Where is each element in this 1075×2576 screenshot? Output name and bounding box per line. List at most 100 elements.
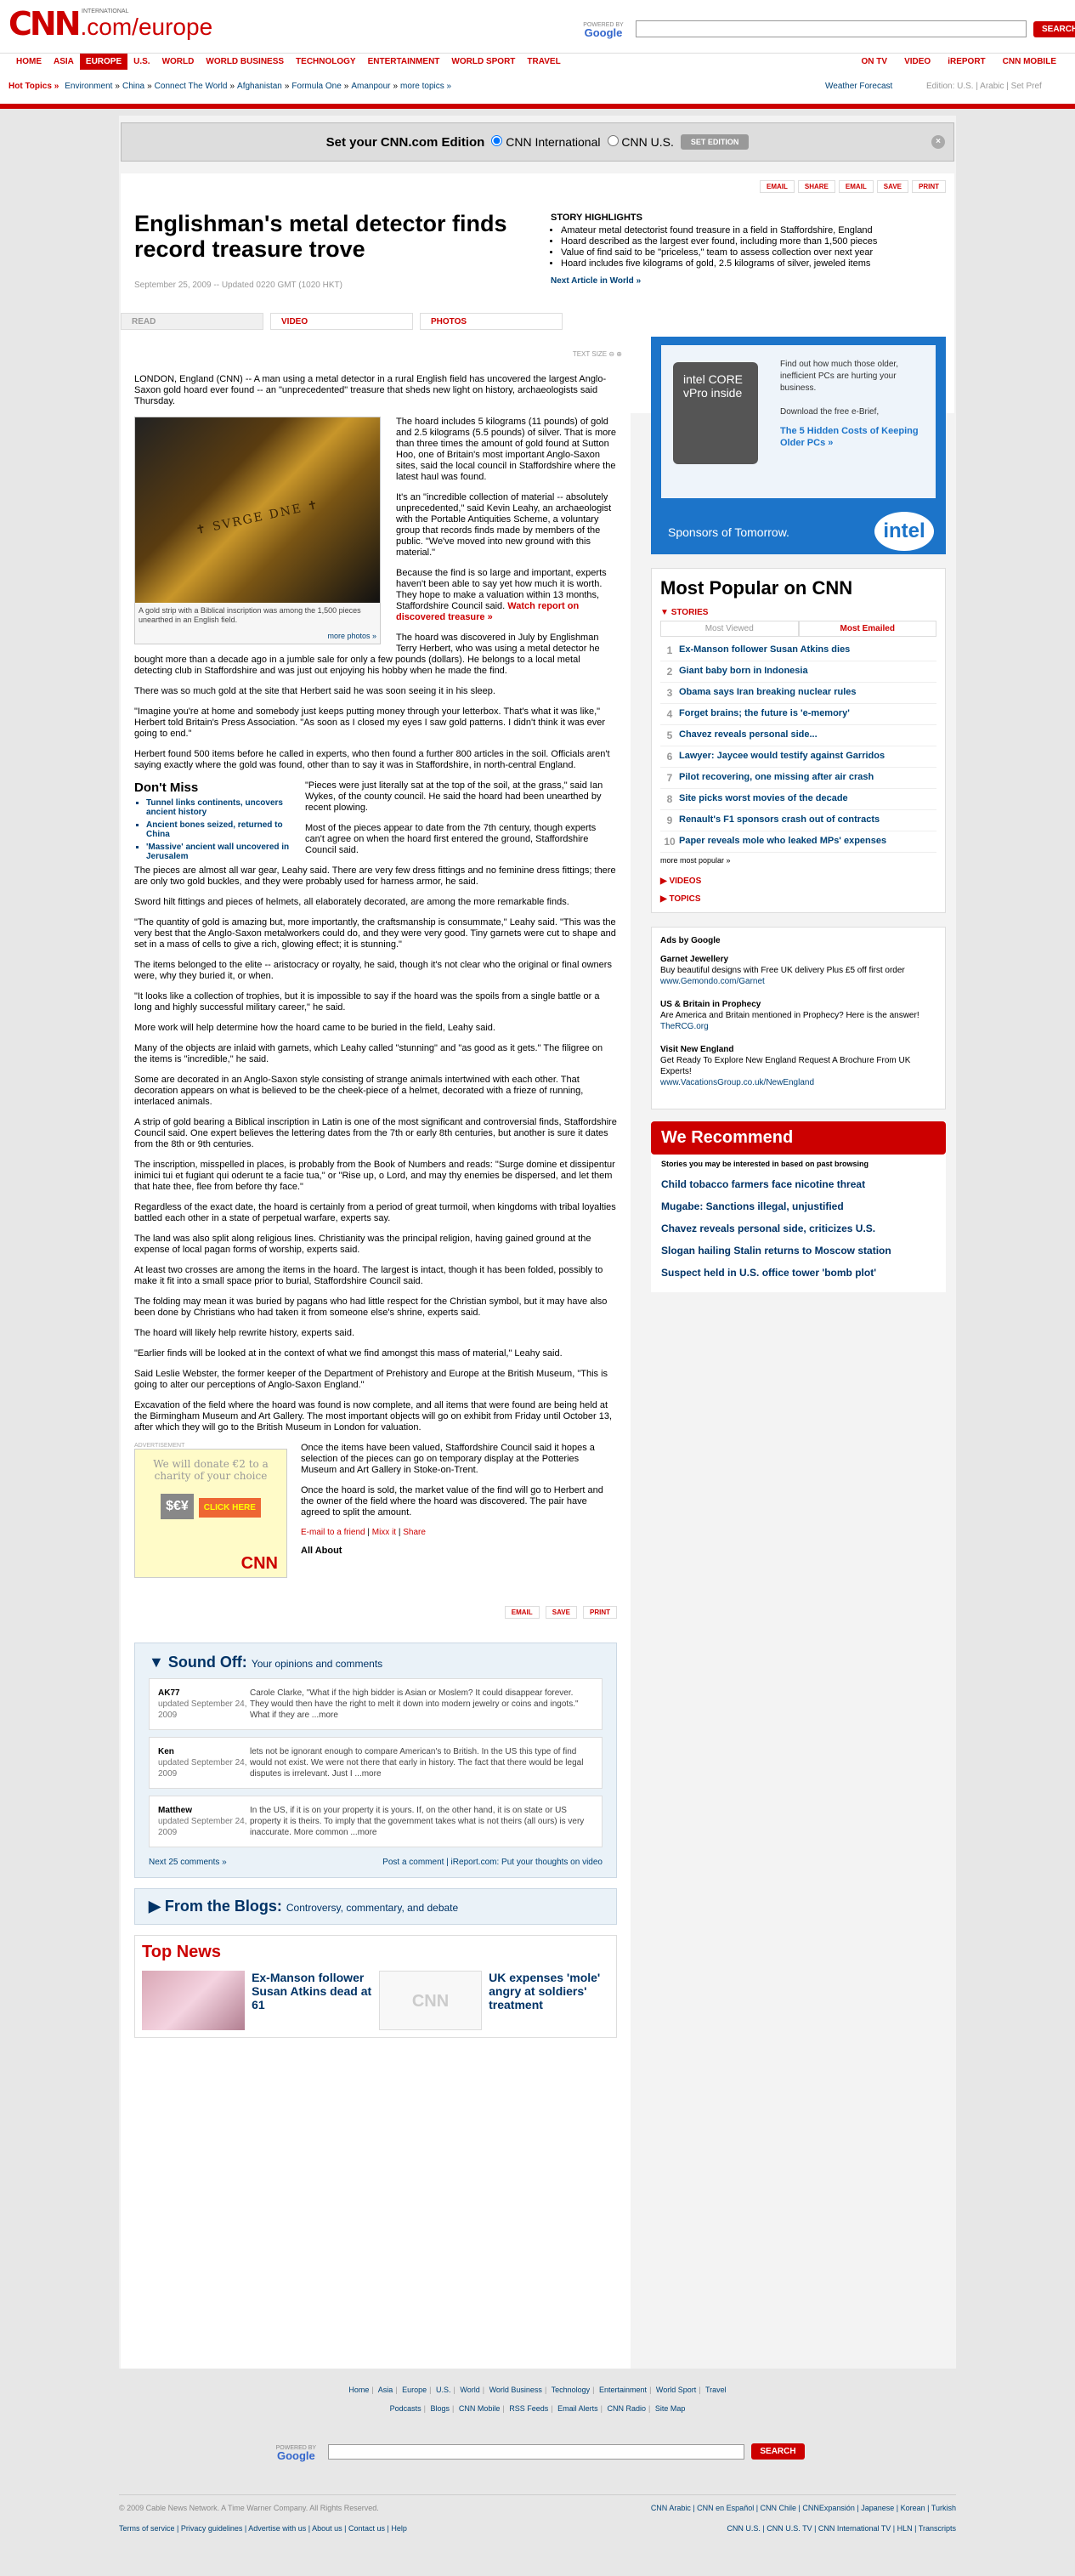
recommend-link[interactable]: Slogan hailing Stalin returns to Moscow … xyxy=(651,1240,946,1262)
tab-most-viewed[interactable]: Most Viewed xyxy=(660,621,799,637)
footer-link[interactable]: Site Map xyxy=(655,2404,686,2413)
tab-photos[interactable]: PHOTOS xyxy=(420,313,563,330)
comment-user[interactable]: Ken xyxy=(158,1746,250,1757)
tab-video[interactable]: VIDEO xyxy=(270,313,413,330)
footer-link[interactable]: World xyxy=(460,2386,479,2394)
comment-user[interactable]: Matthew xyxy=(158,1805,250,1816)
email-tool-2[interactable]: EMAIL xyxy=(838,180,874,193)
more-topics-link[interactable]: more topics » xyxy=(400,82,451,91)
nav-us[interactable]: U.S. xyxy=(127,54,156,70)
comment-user[interactable]: AK77 xyxy=(158,1688,250,1699)
intl-links[interactable]: CNN Arabic | CNN en Español | CNN Chile … xyxy=(651,2504,956,2512)
videos-toggle[interactable]: ▶ VIDEOS xyxy=(660,877,936,886)
nav-ireport[interactable]: iREPORT xyxy=(939,54,993,70)
tab-read[interactable]: READ xyxy=(121,313,263,330)
ad-item[interactable]: Visit New England Get Ready To Explore Ne… xyxy=(660,1044,936,1088)
print-tool[interactable]: PRINT xyxy=(912,180,946,193)
footer-link[interactable]: Asia xyxy=(378,2386,393,2394)
more-popular-link[interactable]: more most popular » xyxy=(660,853,936,868)
nav-mobile[interactable]: CNN MOBILE xyxy=(994,54,1065,70)
footer-link[interactable]: CNN Radio xyxy=(608,2404,647,2413)
recommend-link[interactable]: Chavez reveals personal side, criticizes… xyxy=(651,1217,946,1240)
next-comments-link[interactable]: Next 25 comments » xyxy=(149,1858,227,1867)
intel-ad-link[interactable]: The 5 Hidden Costs of Keeping Older PCs … xyxy=(780,425,925,449)
list-item[interactable]: 10 Paper reveals mole who leaked MPs' exp… xyxy=(660,831,936,853)
footer-link[interactable]: U.S. xyxy=(436,2386,451,2394)
email-tool-bottom[interactable]: EMAIL xyxy=(504,1606,540,1619)
footer-link[interactable]: Technology xyxy=(552,2386,591,2394)
recommend-link[interactable]: Child tobacco farmers face nicotine thre… xyxy=(651,1173,946,1195)
footer-link[interactable]: CNN Mobile xyxy=(459,2404,501,2413)
nav-video[interactable]: VIDEO xyxy=(896,54,939,70)
footer-link[interactable]: RSS Feeds xyxy=(509,2404,548,2413)
hot-link-afghanistan[interactable]: Afghanistan xyxy=(237,82,282,91)
footer-link[interactable]: Email Alerts xyxy=(557,2404,598,2413)
stories-toggle[interactable]: ▼ STORIES xyxy=(660,608,936,617)
nav-entertainment[interactable]: ENTERTAINMENT xyxy=(362,54,446,70)
dont-miss-link[interactable]: Tunnel links continents, uncovers ancien… xyxy=(146,798,291,817)
search-button[interactable]: SEARCH xyxy=(1033,20,1075,37)
footer-link[interactable]: Entertainment xyxy=(599,2386,647,2394)
list-item[interactable]: 1 Ex-Manson follower Susan Atkins dies xyxy=(660,640,936,661)
top-news-link[interactable]: Ex-Manson follower Susan Atkins dead at … xyxy=(252,1971,372,2030)
save-tool-bottom[interactable]: SAVE xyxy=(545,1606,577,1619)
charity-ad[interactable]: ADVERTISEMENT We will donate €2 to a cha… xyxy=(134,1443,287,1578)
cnn-logo[interactable]: CNN INTERNATIONAL .com/europe xyxy=(8,7,212,41)
hot-link-china[interactable]: China xyxy=(122,82,144,91)
edition-option-intl[interactable]: CNN International xyxy=(491,135,601,149)
from-the-blogs[interactable]: ▶ From the Blogs: Controversy, commentar… xyxy=(134,1888,617,1925)
list-item[interactable]: 9 Renault's F1 sponsors crash out of cont… xyxy=(660,810,936,831)
weather-link[interactable]: Weather Forecast xyxy=(825,82,892,91)
footer-link[interactable]: World Sport xyxy=(656,2386,696,2394)
footer-search-button[interactable]: SEARCH xyxy=(751,2443,805,2460)
hot-link-formula-one[interactable]: Formula One xyxy=(291,82,341,91)
text-size-control[interactable]: TEXT SIZE ⊖ ⊕ xyxy=(573,350,622,358)
nav-travel[interactable]: TRAVEL xyxy=(521,54,566,70)
top-news-link[interactable]: UK expenses 'mole' angry at soldiers' tr… xyxy=(489,1971,609,2030)
nav-world[interactable]: WORLD xyxy=(156,54,201,70)
nav-world-business[interactable]: WORLD BUSINESS xyxy=(200,54,290,70)
list-item[interactable]: 4 Forget brains; the future is 'e-memory' xyxy=(660,704,936,725)
nav-europe[interactable]: EUROPE xyxy=(79,54,128,70)
footer-link[interactable]: Travel xyxy=(705,2386,727,2394)
footer-link[interactable]: Blogs xyxy=(430,2404,450,2413)
sound-off-title[interactable]: ▼ Sound Off: Your opinions and comments xyxy=(149,1654,603,1671)
mixx-link[interactable]: Mixx it xyxy=(372,1528,396,1537)
intel-ad[interactable]: intel CORE vPro inside Find out how much… xyxy=(651,337,946,554)
ad-item[interactable]: US & Britain in Prophecy Are America and … xyxy=(660,999,936,1032)
hot-link-amanpour[interactable]: Amanpour xyxy=(351,82,390,91)
post-comment-link[interactable]: Post a comment | iReport.com: Put your t… xyxy=(382,1858,603,1867)
ad-click-button[interactable]: CLICK HERE xyxy=(198,1498,261,1518)
list-item[interactable]: 2 Giant baby born in Indonesia xyxy=(660,661,936,683)
edition-option-us[interactable]: CNN U.S. xyxy=(607,135,674,149)
email-friend-link[interactable]: E-mail to a friend xyxy=(301,1528,365,1537)
footer-link[interactable]: World Business xyxy=(489,2386,542,2394)
edition-links[interactable]: Edition: U.S. | Arabic | Set Pref xyxy=(926,82,1042,91)
top-news-thumb[interactable] xyxy=(142,1971,246,2030)
recommend-link[interactable]: Mugabe: Sanctions illegal, unjustified xyxy=(651,1195,946,1217)
recommend-link[interactable]: Suspect held in U.S. office tower 'bomb … xyxy=(651,1262,946,1284)
us-links[interactable]: CNN U.S. | CNN U.S. TV | CNN Internation… xyxy=(727,2524,956,2533)
tab-most-emailed[interactable]: Most Emailed xyxy=(798,621,936,637)
footer-link[interactable]: Europe xyxy=(402,2386,427,2394)
list-item[interactable]: 5 Chavez reveals personal side... xyxy=(660,725,936,746)
set-edition-button[interactable]: SET EDITION xyxy=(680,134,750,150)
print-tool-bottom[interactable]: PRINT xyxy=(583,1606,617,1619)
nav-on-tv[interactable]: ON TV xyxy=(853,54,897,70)
dont-miss-link[interactable]: 'Massive' ancient wall uncovered in Jeru… xyxy=(146,843,291,861)
list-item[interactable]: 8 Site picks worst movies of the decade xyxy=(660,789,936,810)
close-icon[interactable]: × xyxy=(931,135,945,149)
list-item[interactable]: 7 Pilot recovering, one missing after air… xyxy=(660,768,936,789)
search-input[interactable] xyxy=(636,20,1027,37)
topics-toggle[interactable]: ▶ TOPICS xyxy=(660,894,936,904)
share-tool[interactable]: SHARE xyxy=(797,180,835,193)
email-tool[interactable]: EMAIL xyxy=(760,180,795,193)
hot-link-connect[interactable]: Connect The World xyxy=(155,82,228,91)
nav-world-sport[interactable]: WORLD SPORT xyxy=(445,54,521,70)
gold-strip-image[interactable]: ✝ SVRGE DNE ✝ xyxy=(135,417,380,603)
more-photos-link[interactable]: more photos » xyxy=(135,628,380,644)
dont-miss-link[interactable]: Ancient bones seized, returned to China xyxy=(146,820,291,839)
footer-search-input[interactable] xyxy=(328,2443,745,2460)
hot-link-environment[interactable]: Environment xyxy=(65,82,112,91)
list-item[interactable]: 6 Lawyer: Jaycee would testify against Ga… xyxy=(660,746,936,768)
